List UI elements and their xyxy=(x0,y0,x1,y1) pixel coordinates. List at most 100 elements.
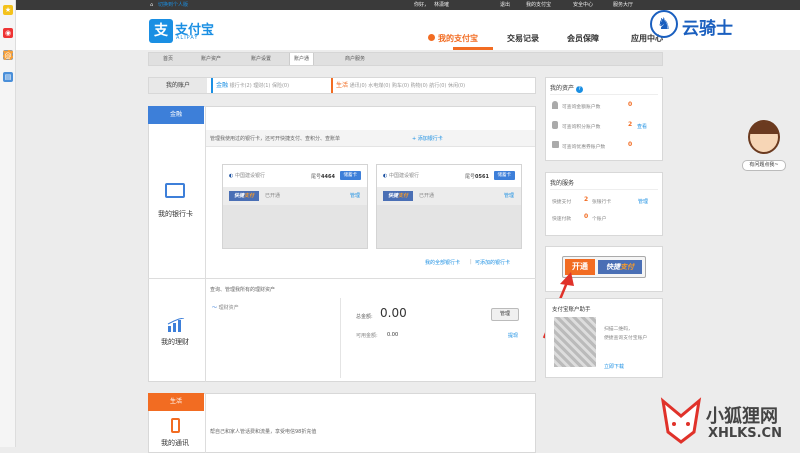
add-bank-card-link[interactable]: + 添加银行卡 xyxy=(412,135,443,142)
total-label: 总金额: xyxy=(356,314,373,320)
my-services-panel: 我的服务 快捷支付 2 张银行卡 管理 快速付款 0 个账户 xyxy=(545,172,663,236)
wealth-desc: 查询、管理我所有的理财资产 xyxy=(210,287,276,293)
asset-count-1: 0 xyxy=(628,101,633,108)
all-bank-cards-link[interactable]: 我的全部银行卡 xyxy=(425,259,460,266)
bank-card-1[interactable]: ◐ 中国建设银行 尾号4464 储蓄卡 快捷支付 已开通 管理 xyxy=(222,164,368,249)
life-section xyxy=(148,393,536,453)
card-status: 已开通 xyxy=(265,193,281,199)
life-label: 生活 xyxy=(148,393,204,411)
trend-icon: 〜 xyxy=(212,305,218,311)
nav-my-alipay[interactable]: 我的支付宝 xyxy=(438,33,478,44)
subnav-home[interactable]: 首页 xyxy=(159,53,177,65)
service-row-1: 快捷支付 xyxy=(552,200,572,205)
bank-desc: 管理我使用过的银行卡，还可开快捷支付、查积分、查账单 xyxy=(210,136,341,142)
card-manage-link[interactable]: 管理 xyxy=(504,187,514,205)
document-icon[interactable]: ▤ xyxy=(3,72,13,82)
wealth-manage-button[interactable]: 管理 xyxy=(491,308,519,321)
qr-panel: 支付宝账户助手 扫描二维码， 便捷查询支付宝账户 立即下载 xyxy=(545,298,663,378)
divider xyxy=(340,298,341,378)
logo-text-en: ALIPAY xyxy=(176,35,199,41)
avatar-hair xyxy=(750,122,778,134)
service-manage-link[interactable]: 管理 xyxy=(638,198,648,205)
life-tab[interactable]: 生活 通讯(0) 水电煤(0) 购车(0) 购物(0) 航行(0) 休闲(0) xyxy=(331,78,465,93)
favorite-star-icon[interactable]: ★ xyxy=(3,5,13,15)
available-label: 可用金额: xyxy=(356,333,378,339)
watermark-bottom-cn: 小狐狸网 xyxy=(706,406,778,427)
card-type-badge: 储蓄卡 xyxy=(493,171,515,180)
weibo-icon[interactable]: ◉ xyxy=(3,28,13,38)
service-count-1: 2 xyxy=(584,196,589,203)
card-type-badge: 储蓄卡 xyxy=(339,171,361,180)
phone-desc: 帮自己和家人管话费和流量，享受电信98折充值 xyxy=(210,429,317,435)
nav-transactions[interactable]: 交易记录 xyxy=(507,33,539,44)
quick-pay-icon: 快捷支付 xyxy=(383,191,413,201)
divider xyxy=(205,106,206,382)
qr-title: 支付宝账户助手 xyxy=(552,307,591,313)
phone-icon xyxy=(171,418,180,433)
wealth-asset[interactable]: 〜 理财资产 xyxy=(212,304,239,311)
cash-out-link[interactable]: 提现 xyxy=(508,332,518,339)
total-value: 0.00 xyxy=(380,306,407,320)
divider xyxy=(550,94,658,95)
browser-sidebar: ★ ◉ @ ▤ xyxy=(0,0,16,447)
service-hall-link[interactable]: 服务大厅 xyxy=(613,0,633,10)
service-count-2: 0 xyxy=(584,213,589,220)
home-icon: ⌂ xyxy=(150,2,154,8)
card-tail: 尾号4464 xyxy=(311,174,335,180)
watermark-bottom-en: XHLKS.CN xyxy=(708,426,782,441)
subnav-assets[interactable]: 账户资产 xyxy=(197,53,225,65)
my-assets-title: 我的资产 ? xyxy=(550,83,583,93)
divider xyxy=(550,189,658,190)
alipay-logo-icon[interactable]: 支 xyxy=(149,19,173,43)
card-manage-link[interactable]: 管理 xyxy=(350,187,360,205)
subnav-settings[interactable]: 账户设置 xyxy=(247,53,275,65)
card-blank-area xyxy=(377,205,521,248)
asset-row-2: 可查询积分账户数 xyxy=(562,125,601,130)
username-link[interactable]: 林潇璀 xyxy=(434,0,449,10)
security-center-link[interactable]: 安全中心 xyxy=(573,0,593,10)
bank-card-icon xyxy=(165,183,185,198)
greeting-text: 你好， xyxy=(414,2,430,8)
points-view-link[interactable]: 查看 xyxy=(637,123,647,130)
service-row-2: 快速付款 xyxy=(552,217,572,222)
mail-icon[interactable]: @ xyxy=(3,50,13,60)
link-separator: | xyxy=(470,259,472,265)
available-value: 0.00 xyxy=(387,332,399,338)
service-unit-1: 张银行卡 xyxy=(592,200,612,205)
qr-line-1: 扫描二维码， xyxy=(604,327,633,332)
quick-pay-icon: 快捷支付 xyxy=(229,191,259,201)
card-tail: 尾号0561 xyxy=(465,174,489,180)
help-icon[interactable]: ? xyxy=(575,86,583,93)
logout-link[interactable]: 退出 xyxy=(500,0,510,10)
my-services-title: 我的服务 xyxy=(550,180,575,187)
divider xyxy=(205,393,206,453)
account-category-bar: 我的账户 金融 银行卡(2) 理财(1) 保险(0) 生活 通讯(0) 水电煤(… xyxy=(148,77,536,94)
asset-count-3: 0 xyxy=(628,141,633,148)
my-account-label: 我的账户 xyxy=(149,78,207,93)
addable-bank-cards-link[interactable]: 可添加的银行卡 xyxy=(475,259,510,266)
nav-member-protection[interactable]: 会员保障 xyxy=(567,33,599,44)
finance-tab[interactable]: 金融 银行卡(2) 理财(1) 保险(0) xyxy=(211,78,289,93)
subnav-account-link[interactable]: 账户通 xyxy=(289,53,315,65)
card-blank-area xyxy=(223,205,367,248)
qr-download-link[interactable]: 立即下载 xyxy=(604,363,624,370)
asset-row-3: 可查询优惠券账户数 xyxy=(562,145,606,150)
fox-logo-icon xyxy=(660,396,702,444)
wealth-chart-icon xyxy=(167,318,185,332)
quick-pay-logo-icon: 快捷支付 xyxy=(598,260,642,274)
nav-active-indicator xyxy=(453,47,493,50)
switch-personal-link[interactable]: 切换到个人版 xyxy=(158,0,188,10)
ccb-logo-icon: ◐ xyxy=(229,173,234,179)
helper-avatar-icon[interactable] xyxy=(748,120,780,154)
asset-row-1: 可查询金额账户数 xyxy=(562,105,601,110)
sub-nav: 首页 账户资产 账户设置 账户通 商户服务 xyxy=(148,52,663,66)
card-status: 已开通 xyxy=(419,193,435,199)
helper-bubble[interactable]: 有问题点我~ xyxy=(742,160,786,171)
finance-label: 金融 xyxy=(148,106,204,124)
knight-logo-icon: ♞ xyxy=(650,10,678,38)
subnav-merchant[interactable]: 商户服务 xyxy=(341,53,369,65)
my-alipay-link[interactable]: 我的支付宝 xyxy=(526,0,551,10)
nav-home-icon xyxy=(428,34,435,41)
bank-card-2[interactable]: ◐ 中国建设银行 尾号0561 储蓄卡 快捷支付 已开通 管理 xyxy=(376,164,522,249)
points-icon xyxy=(552,121,558,129)
